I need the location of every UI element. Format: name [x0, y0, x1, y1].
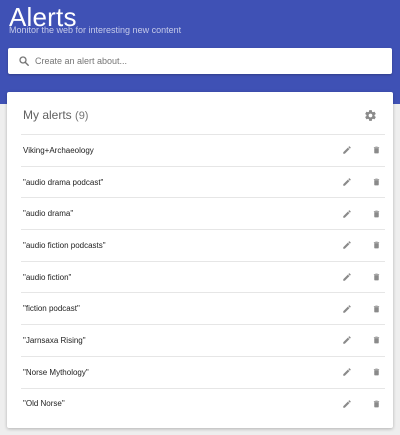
pencil-icon[interactable]	[341, 398, 352, 409]
trash-icon[interactable]	[371, 367, 381, 378]
alerts-count: (9)	[75, 110, 89, 122]
alert-row: "audio fiction podcasts"	[21, 229, 385, 261]
alert-row: "audio drama podcast"	[21, 165, 385, 198]
alert-label: "Norse Mythology"	[23, 367, 89, 377]
alert-label: "fiction podcast"	[23, 304, 80, 314]
alert-label: "Old Norse"	[23, 399, 65, 409]
page-subtitle: Monitor the web for interesting new cont…	[9, 25, 182, 35]
alert-row: "audio drama"	[21, 197, 385, 229]
search-input[interactable]	[35, 51, 392, 71]
alert-row: "Jarnsaxa Rising"	[21, 324, 385, 356]
alert-row: "Norse Mythology"	[21, 355, 385, 388]
alert-label: "Jarnsaxa Rising"	[23, 335, 86, 345]
alert-label: "audio fiction"	[23, 272, 72, 282]
search-bar[interactable]	[8, 48, 392, 74]
alert-label: "audio drama podcast"	[23, 177, 104, 187]
pencil-icon[interactable]	[341, 240, 352, 251]
pencil-icon[interactable]	[341, 367, 352, 378]
trash-icon[interactable]	[371, 208, 381, 219]
alert-row: "audio fiction"	[21, 260, 385, 293]
pencil-icon[interactable]	[341, 335, 352, 346]
alert-label: "audio fiction podcasts"	[23, 240, 106, 250]
pencil-icon[interactable]	[341, 177, 352, 188]
trash-icon[interactable]	[371, 177, 381, 188]
trash-icon[interactable]	[371, 335, 381, 346]
alert-label: "audio drama"	[23, 209, 74, 219]
alert-row: "fiction podcast"	[21, 292, 385, 324]
alerts-heading-label: My alerts	[23, 108, 72, 122]
alert-label: Viking+Archaeology	[23, 145, 94, 155]
trash-icon[interactable]	[371, 145, 381, 156]
pencil-icon[interactable]	[341, 208, 352, 219]
alerts-card: My alerts (9) Viking+Archaeology "audio …	[7, 92, 393, 428]
trash-icon[interactable]	[371, 303, 381, 314]
alerts-heading: My alerts (9)	[23, 108, 88, 122]
gear-icon[interactable]	[364, 109, 377, 122]
trash-icon[interactable]	[371, 240, 381, 251]
search-icon	[18, 55, 30, 67]
alerts-list: Viking+Archaeology "audio drama podcast"…	[21, 134, 385, 419]
trash-icon[interactable]	[371, 398, 381, 409]
trash-icon[interactable]	[371, 272, 381, 283]
pencil-icon[interactable]	[341, 145, 352, 156]
pencil-icon[interactable]	[341, 303, 352, 314]
alert-row: "Old Norse"	[21, 387, 385, 420]
pencil-icon[interactable]	[341, 272, 352, 283]
alerts-card-header: My alerts (9)	[7, 92, 393, 134]
alert-row: Viking+Archaeology	[21, 134, 385, 166]
